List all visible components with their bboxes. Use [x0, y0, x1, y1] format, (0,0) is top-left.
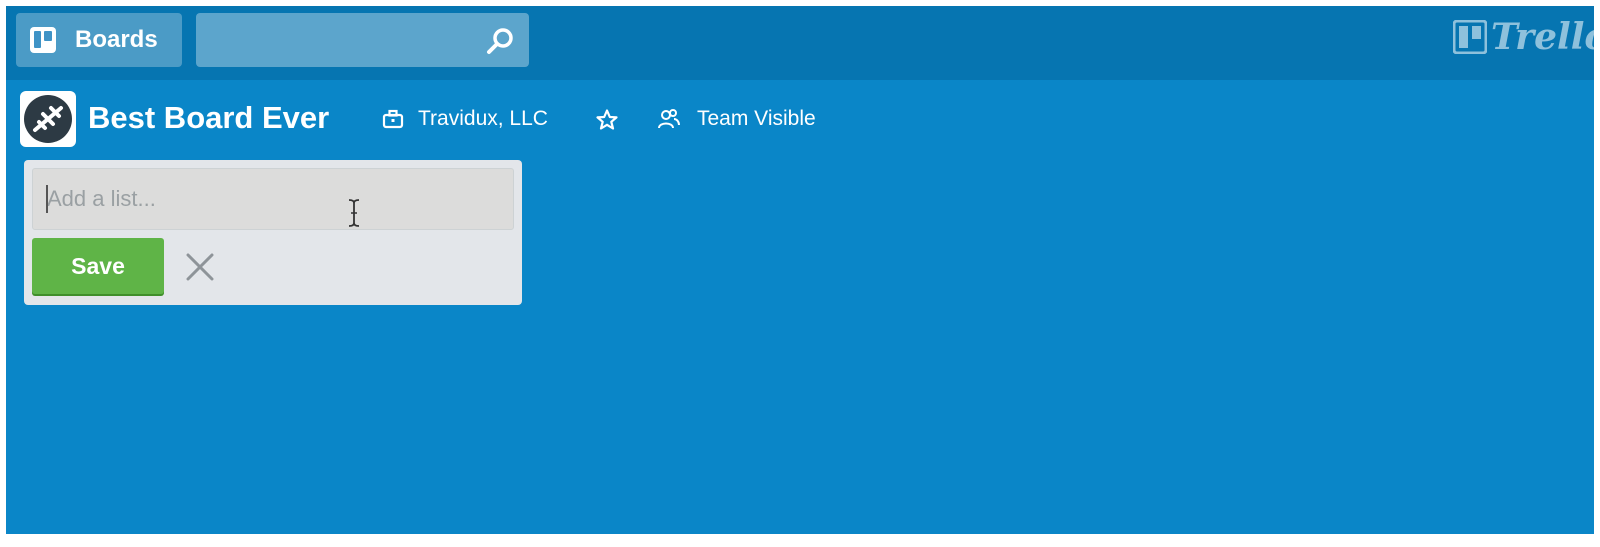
visibility-label: Team Visible [697, 107, 816, 130]
add-list-input[interactable] [32, 168, 514, 230]
add-list-panel: Save [24, 160, 522, 305]
organization-link[interactable]: Travidux, LLC [382, 107, 548, 131]
team-icon [658, 109, 680, 129]
trello-logo[interactable]: Trello [1453, 16, 1594, 58]
save-button[interactable]: Save [32, 238, 164, 294]
plane-icon [24, 95, 72, 143]
boards-label: Boards [75, 26, 158, 53]
board-title[interactable]: Best Board Ever [88, 100, 329, 136]
organization-name: Travidux, LLC [418, 107, 548, 130]
text-caret [46, 185, 48, 213]
search-icon[interactable] [486, 26, 516, 56]
top-header: Boards Trello [6, 6, 1594, 80]
app-frame: Boards Trello Best Board Ever [6, 6, 1594, 534]
logo-text: Trello [1491, 16, 1594, 58]
ibeam-cursor-icon [348, 199, 360, 227]
boards-icon [30, 27, 56, 53]
board-avatar[interactable] [20, 91, 76, 147]
boards-button[interactable]: Boards [16, 13, 182, 67]
star-icon[interactable] [595, 108, 619, 132]
search-box[interactable] [196, 13, 529, 67]
close-icon[interactable] [184, 251, 216, 283]
briefcase-icon [382, 109, 404, 129]
visibility-toggle[interactable]: Team Visible [657, 107, 816, 131]
search-input[interactable] [196, 13, 529, 67]
trello-logo-icon [1453, 20, 1487, 54]
